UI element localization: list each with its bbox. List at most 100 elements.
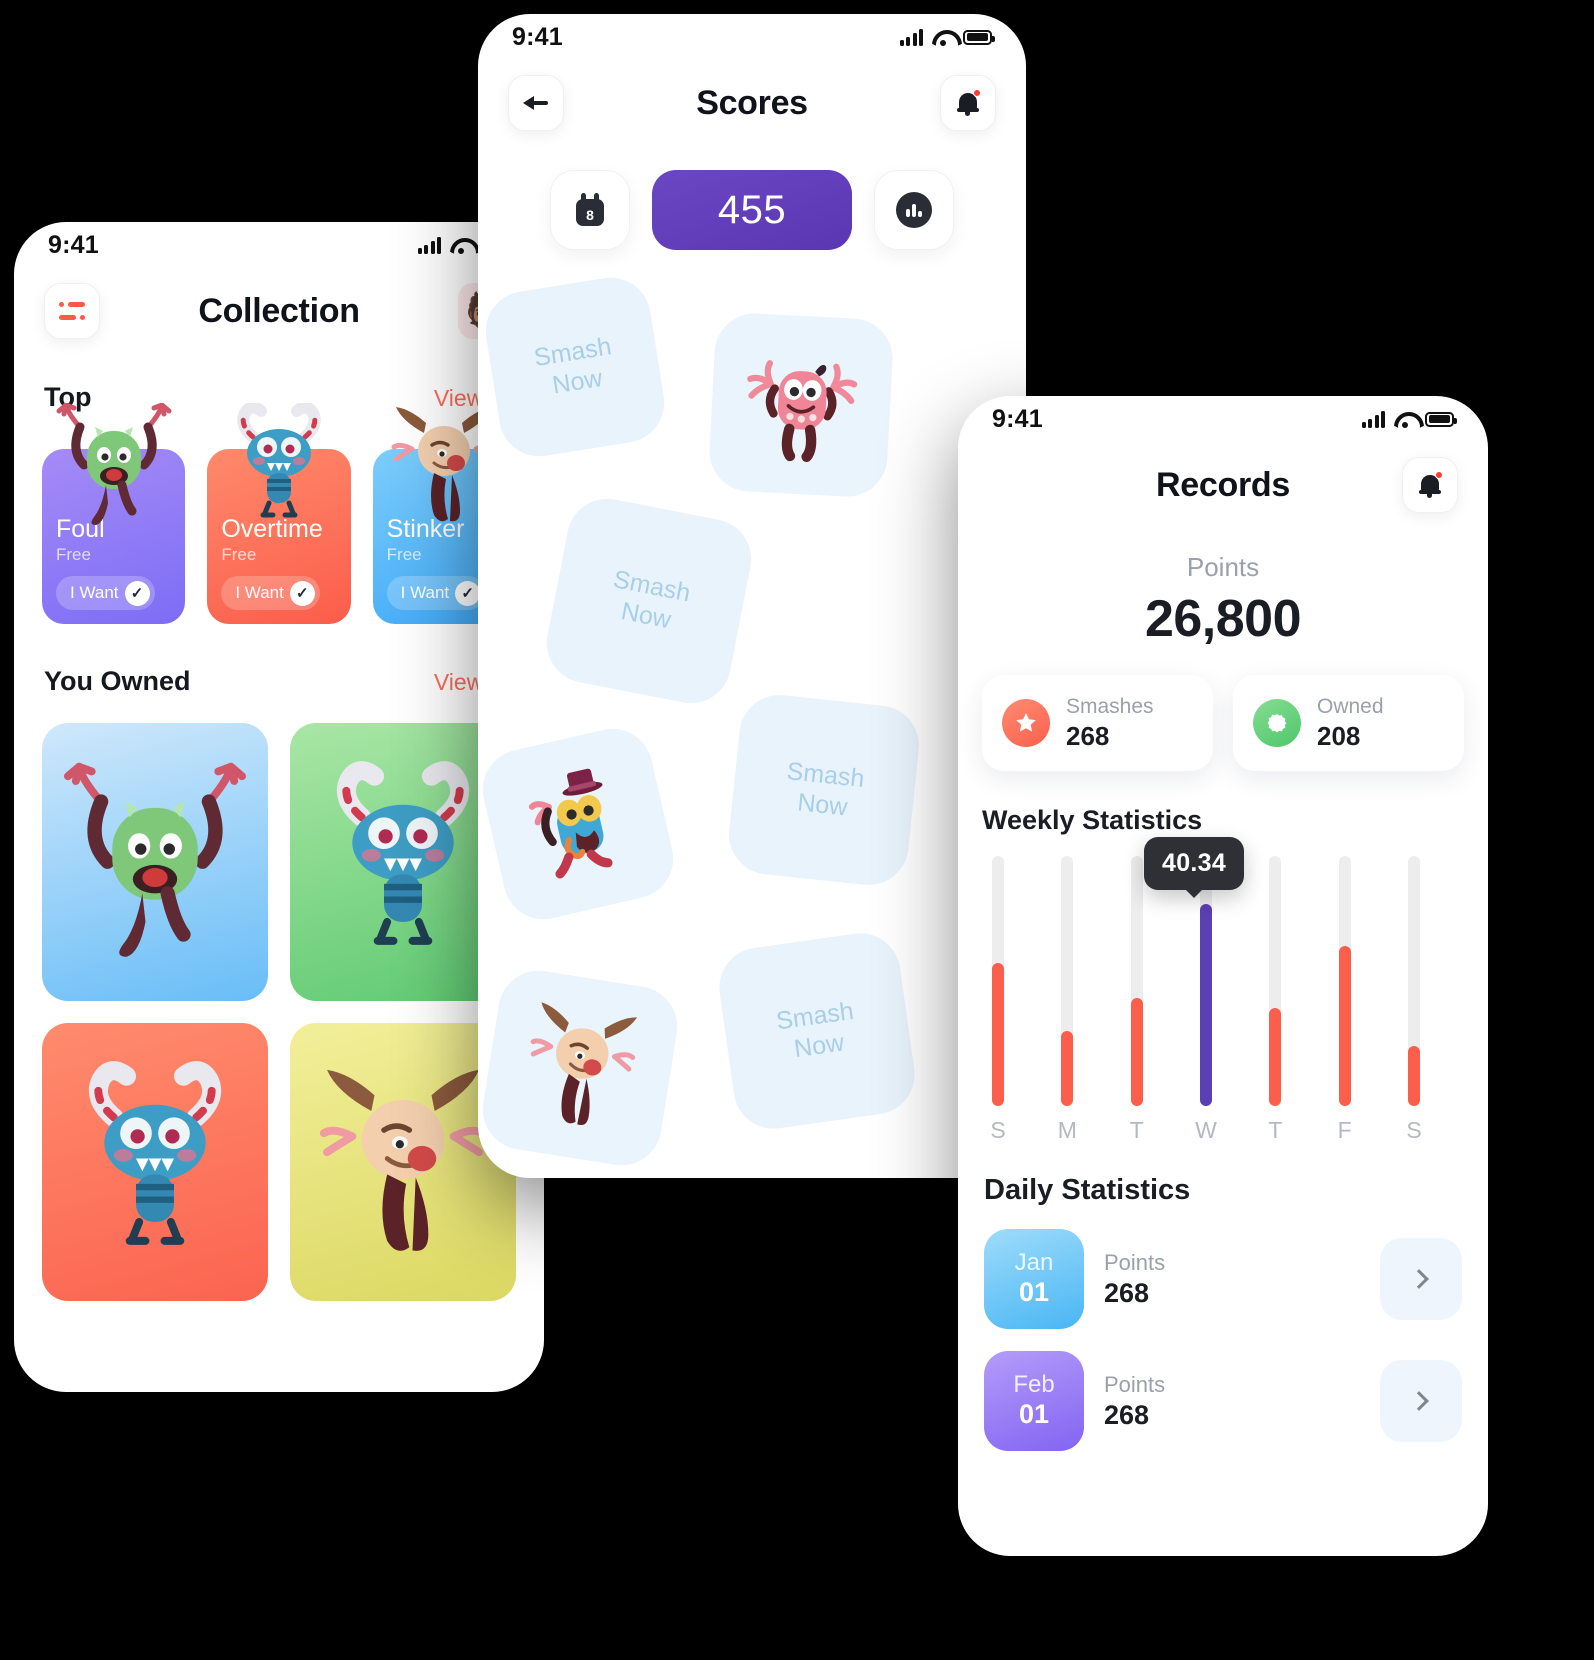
smash-monster-tile[interactable] — [478, 720, 682, 928]
status-bar-records: 9:41 — [958, 396, 1488, 442]
top-card-price: Free — [56, 545, 91, 564]
tile-line-1: Smash — [774, 996, 856, 1035]
chart-day-label: F — [1337, 1117, 1352, 1143]
stat-card-smashes[interactable]: Smashes 268 — [982, 675, 1213, 771]
daily-statistics-title: Daily Statistics — [984, 1174, 1191, 1206]
top-card-foul[interactable]: Foul Free I Want ✓ — [42, 403, 186, 624]
blue-candy-monster-icon — [237, 403, 321, 518]
status-icons — [1361, 410, 1457, 428]
check-icon: ✓ — [455, 580, 481, 606]
top-card-overtime[interactable]: Overtime Free I Want ✓ — [207, 403, 351, 624]
date-chip: Jan 01 — [984, 1229, 1084, 1329]
date-day: 01 — [1018, 1276, 1050, 1307]
chart-columns: SMTWTFS — [958, 852, 1488, 1152]
top-cards-row: Foul Free I Want ✓ Overtime Free I Want … — [14, 403, 544, 624]
chart-bar-fill — [1408, 1046, 1420, 1106]
status-time: 9:41 — [48, 230, 99, 259]
cellular-signal-icon — [417, 236, 441, 254]
chart-tooltip: 40.34 — [1144, 837, 1245, 890]
statistics-button[interactable] — [874, 170, 954, 250]
green-monster-icon — [56, 403, 172, 525]
calendar-day-label: 8 — [586, 207, 594, 223]
calendar-button[interactable]: 8 — [550, 170, 630, 250]
smash-monster-tile[interactable] — [707, 311, 895, 499]
i-want-label: I Want — [235, 583, 284, 602]
chart-bar-6[interactable] — [1408, 856, 1420, 1106]
daily-row-jan[interactable]: Jan 01 Points 268 — [958, 1229, 1488, 1329]
battery-icon — [963, 29, 995, 45]
smash-now-tile[interactable]: Smash Now — [480, 272, 670, 462]
chart-bar-0[interactable] — [992, 856, 1004, 1106]
smash-monster-tile[interactable] — [478, 965, 683, 1171]
i-want-label: I Want — [400, 583, 450, 602]
chart-day-label: T — [1268, 1117, 1283, 1143]
blue-candy-monster-icon — [336, 760, 470, 945]
stat-card-owned[interactable]: Owned 208 — [1233, 675, 1464, 771]
calendar-icon: 8 — [574, 193, 606, 227]
chart-bar-5[interactable] — [1338, 856, 1351, 1106]
chart-bar-fill — [1061, 1031, 1074, 1106]
wifi-icon — [1394, 411, 1416, 428]
i-want-button[interactable]: I Want ✓ — [386, 576, 486, 610]
chart-bar-fill — [1338, 946, 1351, 1106]
top-card-price: Free — [221, 545, 257, 564]
daily-detail-button[interactable] — [1380, 1360, 1462, 1442]
phone-records: 9:41 Records Points 26,800 Smashes 268 O… — [958, 396, 1488, 1556]
smash-now-tile[interactable]: Smash Now — [725, 691, 923, 889]
check-icon: ✓ — [124, 580, 150, 606]
chart-bar-fill — [1200, 904, 1212, 1106]
bell-icon — [956, 89, 981, 116]
section-title-owned: You Owned — [44, 666, 191, 696]
date-chip: Feb 01 — [984, 1351, 1084, 1451]
smash-tile-board: Smash Now Smash Now Smash Now Smash Now — [478, 264, 1026, 1178]
wifi-icon — [932, 29, 954, 46]
bell-icon — [1418, 471, 1443, 498]
owned-grid — [14, 723, 544, 1301]
notifications-button[interactable] — [939, 75, 996, 131]
daily-detail-button[interactable] — [1380, 1238, 1462, 1320]
points-label: Points — [1186, 552, 1260, 582]
menu-button[interactable] — [44, 283, 100, 339]
back-button[interactable] — [508, 75, 564, 131]
star-icon — [1002, 699, 1050, 747]
owned-section-header: You Owned View All — [14, 666, 544, 697]
i-want-button[interactable]: I Want ✓ — [221, 576, 320, 610]
stat-label: Smashes — [1066, 694, 1154, 718]
daily-info: Points 268 — [1104, 1250, 1360, 1309]
daily-value: 268 — [1104, 1277, 1150, 1308]
battery-icon — [1425, 411, 1457, 427]
stat-label: Owned — [1317, 694, 1384, 718]
owned-card[interactable] — [42, 723, 268, 1001]
score-display[interactable]: 455 — [652, 170, 852, 250]
tophat-monster-icon — [528, 768, 613, 879]
daily-label: Points — [1104, 1249, 1166, 1275]
page-title: Scores — [696, 83, 808, 122]
chart-day-label: W — [1195, 1117, 1217, 1143]
stat-value: 208 — [1317, 720, 1361, 751]
page-title: Records — [1156, 465, 1290, 504]
cellular-signal-icon — [1361, 410, 1385, 428]
tooltip-value: 40.34 — [1162, 849, 1227, 877]
smash-now-tile[interactable]: Smash Now — [539, 491, 759, 711]
chart-bar-2[interactable] — [1130, 856, 1143, 1106]
stat-cards-row: Smashes 268 Owned 208 — [958, 675, 1488, 771]
beige-ears-monster-icon — [530, 1002, 638, 1126]
weekly-chart: S M T W T F S 40.34 — [958, 837, 1488, 1152]
green-monster-icon — [63, 762, 247, 957]
status-time: 9:41 — [512, 22, 563, 51]
owned-card[interactable] — [42, 1023, 268, 1301]
tile-line-1: Smash — [785, 756, 866, 793]
chart-day-label: M — [1057, 1117, 1077, 1143]
score-value: 455 — [717, 187, 787, 232]
daily-row-feb[interactable]: Feb 01 Points 268 — [958, 1351, 1488, 1451]
chart-bar-1[interactable] — [1061, 856, 1074, 1106]
smash-now-tile[interactable]: Smash Now — [714, 928, 920, 1134]
chart-day-label: S — [1406, 1117, 1422, 1143]
chart-bar-4[interactable] — [1269, 856, 1282, 1106]
i-want-button[interactable]: I Want ✓ — [56, 576, 155, 610]
notifications-button[interactable] — [1401, 457, 1458, 513]
chart-day-label: S — [990, 1117, 1006, 1143]
blue-candy-monster-icon — [88, 1060, 222, 1245]
pink-monster-icon — [747, 360, 858, 463]
status-bar-collection: 9:41 — [14, 222, 544, 268]
